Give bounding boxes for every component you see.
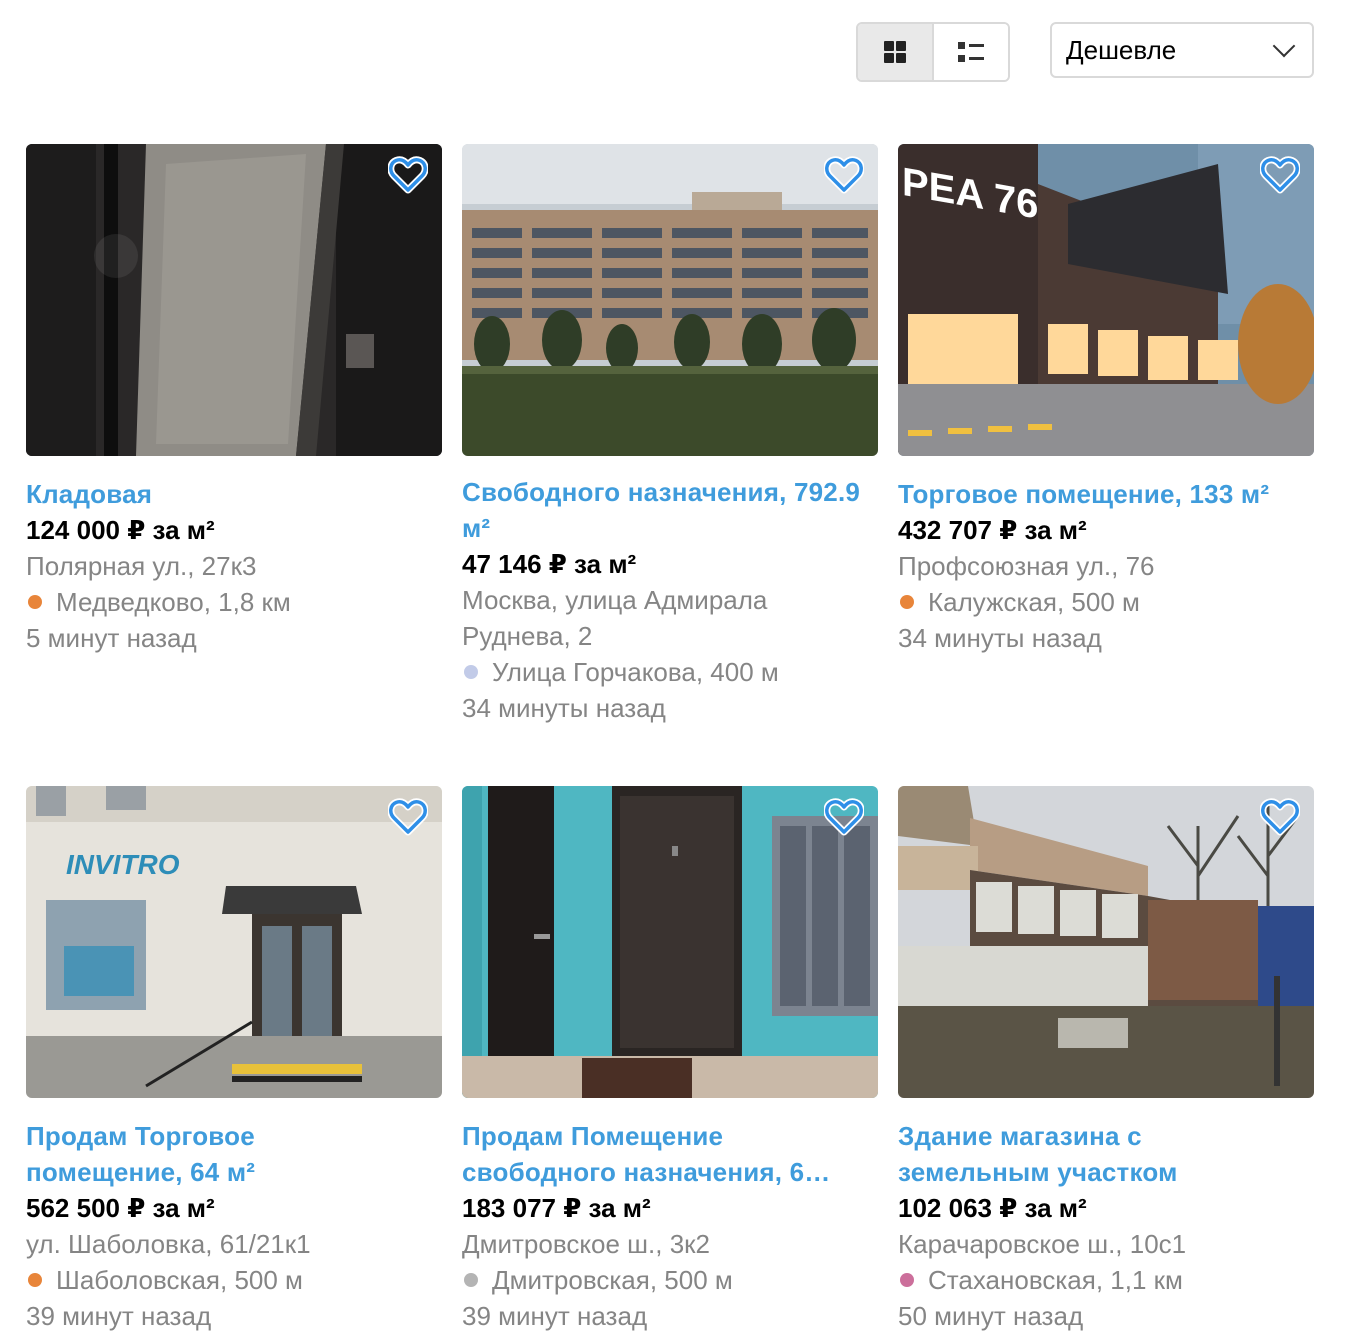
metro-line-dot <box>900 1273 914 1287</box>
listing-address: Карачаровское ш., 10с1 <box>898 1229 1187 1259</box>
listing-time: 50 минут назад <box>898 1301 1084 1331</box>
listing-card: PEA 76 Торговое помещение, 133 м² 432 70… <box>898 144 1314 726</box>
view-toggle <box>856 22 1010 82</box>
metro-line-dot <box>900 595 914 609</box>
hallway-photo <box>462 786 878 1098</box>
heart-icon[interactable] <box>1260 798 1300 836</box>
metro-label: Дмитровская, 500 м <box>492 1265 733 1295</box>
heart-icon[interactable] <box>388 798 428 836</box>
metro-label: Стахановская, 1,1 км <box>928 1265 1183 1295</box>
listing-photo[interactable] <box>462 144 878 456</box>
store-building-photo <box>898 786 1314 1098</box>
sort-select[interactable]: Дешевле <box>1050 22 1314 78</box>
svg-text:INVITRO: INVITRO <box>66 849 180 880</box>
grid-icon <box>884 41 906 63</box>
metro-line-dot <box>28 1273 42 1287</box>
listing-photo[interactable]: INVITRO <box>26 786 442 1098</box>
listing-address: Полярная ул., 27к3 <box>26 551 257 581</box>
heart-icon[interactable] <box>388 156 428 194</box>
list-icon <box>958 42 984 62</box>
listing-card: Здание магазина с земельным участком 102… <box>898 786 1314 1334</box>
listing-card: Кладовая 124 000 ₽ за м² Полярная ул., 2… <box>26 144 442 726</box>
listing-time: 39 минут назад <box>462 1301 648 1331</box>
metro-label: Калужская, 500 м <box>928 587 1140 617</box>
listing-time: 5 минут назад <box>26 623 197 653</box>
listing-time: 34 минуты назад <box>898 623 1102 653</box>
listing-metro: Улица Горчакова, 400 м <box>462 654 878 690</box>
metro-label: Улица Горчакова, 400 м <box>492 657 779 687</box>
heart-icon[interactable] <box>824 798 864 836</box>
clinic-storefront-photo: INVITRO <box>26 786 442 1098</box>
listing-photo[interactable] <box>462 786 878 1098</box>
sort-value: Дешевле <box>1066 34 1177 65</box>
listing-price: 47 146 ₽ за м² <box>462 549 637 579</box>
listing-address: ул. Шаболовка, 61/21к1 <box>26 1229 311 1259</box>
listing-photo[interactable] <box>26 144 442 456</box>
listing-time: 39 минут назад <box>26 1301 212 1331</box>
listing-title[interactable]: Продам Торговое помещение, 64 м² <box>26 1118 296 1190</box>
metro-label: Медведково, 1,8 км <box>56 587 291 617</box>
listing-price: 183 077 ₽ за м² <box>462 1193 651 1223</box>
metro-line-dot <box>28 595 42 609</box>
list-view-button[interactable] <box>932 24 1008 80</box>
listing-photo[interactable] <box>898 786 1314 1098</box>
listing-time: 34 минуты назад <box>462 693 666 723</box>
listing-address: Профсоюзная ул., 76 <box>898 551 1155 581</box>
heart-icon[interactable] <box>824 156 864 194</box>
listing-card: Продам Помещение свободного назначения, … <box>462 786 878 1334</box>
metro-label: Шаболовская, 500 м <box>56 1265 303 1295</box>
listing-photo[interactable]: PEA 76 <box>898 144 1314 456</box>
listing-card: INVITRO Продам Торговое помещение, 64 м²… <box>26 786 442 1334</box>
listing-metro: Дмитровская, 500 м <box>462 1262 878 1298</box>
office-building-photo <box>462 144 878 456</box>
storage-room-photo <box>26 144 442 456</box>
listing-address: Москва, улица Адмирала Руднева, 2 <box>462 585 768 651</box>
listing-title[interactable]: Продам Помещение свободного назначения, … <box>462 1118 862 1190</box>
listing-price: 562 500 ₽ за м² <box>26 1193 215 1223</box>
metro-line-dot <box>464 665 478 679</box>
listing-card: Свободного назначения, 792.9 м² 47 146 ₽… <box>462 144 878 726</box>
listing-title[interactable]: Свободного назначения, 792.9 м² <box>462 474 878 546</box>
listing-title[interactable]: Здание магазина с земельным участком <box>898 1118 1208 1190</box>
listing-metro: Калужская, 500 м <box>898 584 1314 620</box>
listing-grid: Кладовая 124 000 ₽ за м² Полярная ул., 2… <box>26 144 1314 1334</box>
metro-line-dot <box>464 1273 478 1287</box>
chevron-down-icon <box>1272 34 1296 58</box>
listing-price: 124 000 ₽ за м² <box>26 515 215 545</box>
listing-metro: Шаболовская, 500 м <box>26 1262 442 1298</box>
retail-building-photo: PEA 76 <box>898 144 1314 456</box>
listing-price: 432 707 ₽ за м² <box>898 515 1087 545</box>
listing-title[interactable]: Кладовая <box>26 476 442 512</box>
listing-metro: Стахановская, 1,1 км <box>898 1262 1314 1298</box>
heart-icon[interactable] <box>1260 156 1300 194</box>
listing-address: Дмитровское ш., 3к2 <box>462 1229 710 1259</box>
listing-title[interactable]: Торговое помещение, 133 м² <box>898 476 1314 512</box>
listing-toolbar: Дешевле <box>856 22 1314 82</box>
listing-price: 102 063 ₽ за м² <box>898 1193 1087 1223</box>
listing-metro: Медведково, 1,8 км <box>26 584 442 620</box>
grid-view-button[interactable] <box>858 24 932 80</box>
